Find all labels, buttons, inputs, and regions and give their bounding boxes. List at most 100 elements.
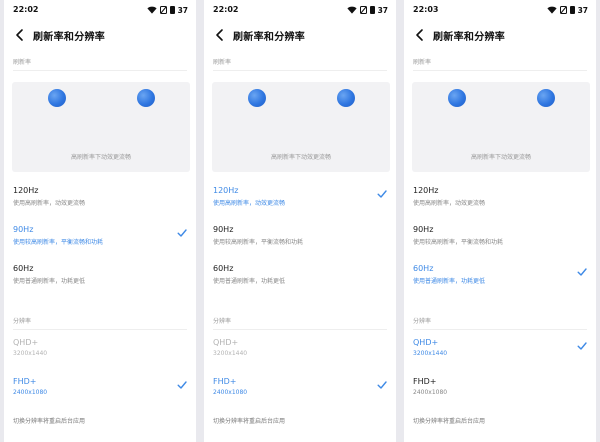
- page-title: 刷新率和分辨率: [33, 32, 106, 43]
- battery-level: 37: [577, 5, 588, 15]
- refresh-option-90hz[interactable]: 90Hz 使用较高刷新率，平衡流畅和功耗: [404, 225, 596, 257]
- option-title: 120Hz: [413, 186, 439, 195]
- resolution-option-qhd[interactable]: QHD+ 3200x1440: [404, 338, 596, 370]
- preview-ball-left: [48, 89, 66, 107]
- back-arrow-icon[interactable]: [412, 27, 428, 43]
- option-subtitle: 使用较高刷新率，平衡流畅和功耗: [213, 239, 304, 246]
- option-subtitle: 3200x1440: [213, 350, 248, 357]
- check-icon: [377, 190, 387, 198]
- resolution-option-fhd[interactable]: FHD+ 2400x1080: [404, 377, 596, 409]
- refresh-option-120hz[interactable]: 120Hz 使用高刷新率，动效更流畅: [4, 186, 196, 218]
- preview-ball-right: [137, 89, 155, 107]
- option-subtitle: 使用普通刷新率，功耗更低: [413, 278, 486, 285]
- resolution-section-label: 分辨率: [413, 318, 432, 325]
- option-title: QHD+: [213, 338, 239, 347]
- status-icons: 37: [146, 5, 188, 15]
- option-subtitle: 使用高刷新率，动效更流畅: [213, 200, 286, 207]
- option-title: QHD+: [413, 338, 439, 347]
- back-arrow-icon[interactable]: [12, 27, 28, 43]
- mute-icon: [359, 6, 367, 14]
- option-title: 60Hz: [213, 264, 234, 273]
- option-subtitle: 使用普通刷新率，功耗更低: [213, 278, 286, 285]
- resolution-option-qhd: QHD+ 3200x1440: [4, 338, 196, 370]
- option-subtitle: 使用高刷新率，动效更流畅: [13, 200, 86, 207]
- refresh-option-120hz[interactable]: 120Hz 使用高刷新率，动效更流畅: [404, 186, 596, 218]
- screenshot-collage: 22:02 37 刷新率和分辨率 刷新率 高刷新率下动效更流畅 120Hz 使用…: [0, 0, 600, 442]
- check-icon: [577, 268, 587, 276]
- refresh-option-120hz[interactable]: 120Hz 使用高刷新率，动效更流畅: [204, 186, 396, 218]
- refresh-rate-section-label: 刷新率: [213, 59, 232, 66]
- option-subtitle: 3200x1440: [413, 350, 448, 357]
- option-subtitle: 2400x1080: [413, 389, 448, 396]
- preview-ball-left: [448, 89, 466, 107]
- preview-ball-left: [248, 89, 266, 107]
- resolution-option-fhd[interactable]: FHD+ 2400x1080: [204, 377, 396, 409]
- resolution-section-label: 分辨率: [13, 318, 32, 325]
- page-title: 刷新率和分辨率: [433, 32, 506, 43]
- header: 刷新率和分辨率: [404, 22, 596, 48]
- status-bar: 22:02 37: [204, 0, 396, 22]
- phone-screen-1: 22:02 37 刷新率和分辨率 刷新率 高刷新率下动效更流畅 120Hz 使用…: [4, 0, 196, 442]
- status-bar: 22:03 37: [404, 0, 596, 22]
- back-arrow-icon[interactable]: [212, 27, 228, 43]
- status-time: 22:02: [213, 5, 239, 14]
- status-bar: 22:02 37: [4, 0, 196, 22]
- footer-note: 切换分辨率将重启后台应用: [413, 418, 486, 425]
- section-divider: [213, 329, 387, 330]
- preview-caption: 高刷新率下动效更流畅: [270, 154, 331, 161]
- section-divider: [213, 70, 387, 71]
- refresh-option-60hz[interactable]: 60Hz 使用普通刷新率，功耗更低: [4, 264, 196, 296]
- option-title: FHD+: [413, 377, 437, 386]
- option-subtitle: 2400x1080: [13, 389, 48, 396]
- option-title: 90Hz: [13, 225, 34, 234]
- option-subtitle: 使用普通刷新率，功耗更低: [13, 278, 86, 285]
- option-title: 90Hz: [413, 225, 434, 234]
- status-icons: 37: [546, 5, 588, 15]
- battery-icon: [569, 6, 575, 14]
- resolution-option-qhd: QHD+ 3200x1440: [204, 338, 396, 370]
- refresh-option-90hz[interactable]: 90Hz 使用较高刷新率，平衡流畅和功耗: [4, 225, 196, 257]
- status-time: 22:03: [413, 5, 439, 14]
- refresh-preview-panel: 高刷新率下动效更流畅: [212, 82, 390, 172]
- refresh-preview-panel: 高刷新率下动效更流畅: [12, 82, 190, 172]
- option-title: 60Hz: [13, 264, 34, 273]
- section-divider: [413, 329, 587, 330]
- wifi-icon: [146, 6, 157, 14]
- section-divider: [413, 70, 587, 71]
- page-title: 刷新率和分辨率: [233, 32, 306, 43]
- status-time: 22:02: [13, 5, 39, 14]
- refresh-preview-panel: 高刷新率下动效更流畅: [412, 82, 590, 172]
- option-title: 120Hz: [213, 186, 239, 195]
- status-icons: 37: [346, 5, 388, 15]
- refresh-rate-section-label: 刷新率: [13, 59, 32, 66]
- check-icon: [177, 381, 187, 389]
- preview-ball-right: [537, 89, 555, 107]
- option-title: QHD+: [13, 338, 39, 347]
- option-title: FHD+: [13, 377, 37, 386]
- refresh-rate-section-label: 刷新率: [413, 59, 432, 66]
- header: 刷新率和分辨率: [204, 22, 396, 48]
- option-title: 60Hz: [413, 264, 434, 273]
- refresh-option-60hz[interactable]: 60Hz 使用普通刷新率，功耗更低: [204, 264, 396, 296]
- battery-level: 37: [377, 5, 388, 15]
- resolution-option-fhd[interactable]: FHD+ 2400x1080: [4, 377, 196, 409]
- option-title: 120Hz: [13, 186, 39, 195]
- battery-level: 37: [177, 5, 188, 15]
- section-divider: [13, 329, 187, 330]
- header: 刷新率和分辨率: [4, 22, 196, 48]
- footer-note: 切换分辨率将重启后台应用: [13, 418, 86, 425]
- wifi-icon: [346, 6, 357, 14]
- option-subtitle: 使用高刷新率，动效更流畅: [413, 200, 486, 207]
- refresh-option-90hz[interactable]: 90Hz 使用较高刷新率，平衡流畅和功耗: [204, 225, 396, 257]
- section-divider: [13, 70, 187, 71]
- option-title: FHD+: [213, 377, 237, 386]
- battery-icon: [369, 6, 375, 14]
- option-subtitle: 使用较高刷新率，平衡流畅和功耗: [413, 239, 504, 246]
- option-title: 90Hz: [213, 225, 234, 234]
- preview-caption: 高刷新率下动效更流畅: [470, 154, 531, 161]
- resolution-section-label: 分辨率: [213, 318, 232, 325]
- phone-screen-2: 22:02 37 刷新率和分辨率 刷新率 高刷新率下动效更流畅 120Hz 使用…: [204, 0, 396, 442]
- check-icon: [177, 229, 187, 237]
- preview-ball-right: [337, 89, 355, 107]
- refresh-option-60hz[interactable]: 60Hz 使用普通刷新率，功耗更低: [404, 264, 596, 296]
